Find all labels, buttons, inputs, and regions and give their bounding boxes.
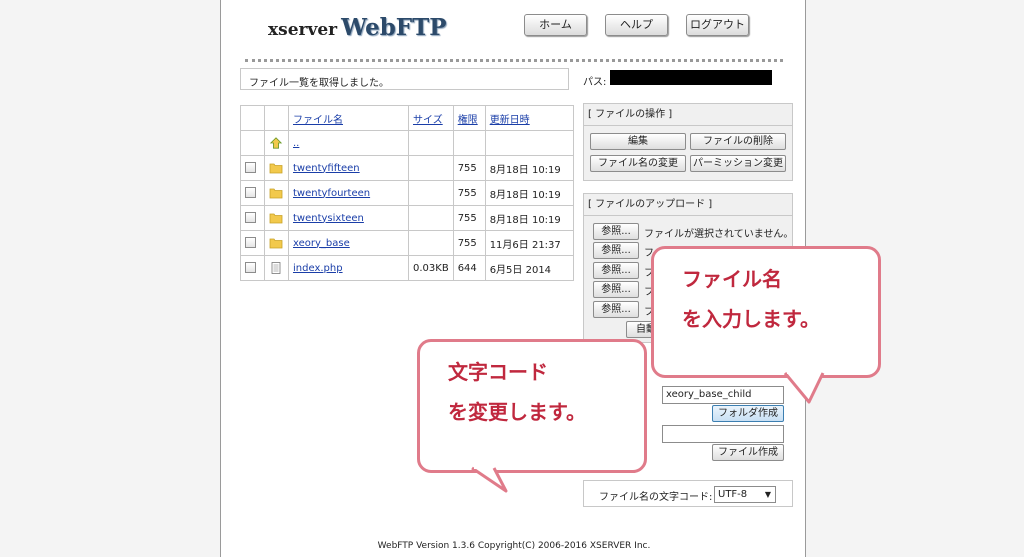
file-name-link[interactable]: index.php <box>293 263 343 274</box>
path-value-redacted <box>610 70 772 85</box>
folder-icon[interactable] <box>269 187 283 199</box>
file-modified: 8月18日 10:19 <box>484 180 575 206</box>
upload-title: [ ファイルのアップロード ] <box>584 194 792 216</box>
table-row[interactable]: xeory_base 755 11月6日 21:37 <box>240 230 575 256</box>
file-permission: 644 <box>452 255 486 281</box>
callout-encoding-line1: 文字コード <box>448 360 548 384</box>
browse-button[interactable]: 参照... <box>593 223 639 240</box>
file-table: ファイル名 サイズ 権限 更新日時 .. twentyfifteen 755 8月1… <box>240 105 575 281</box>
logo-xserver: xserver <box>268 20 338 40</box>
browse-button[interactable]: 参照... <box>593 262 639 279</box>
folder-icon[interactable] <box>269 212 283 224</box>
encoding-label: ファイル名の文字コード: <box>599 492 713 503</box>
help-button[interactable]: ヘルプ <box>605 14 668 36</box>
callout-filename-line2: を入力します。 <box>682 307 820 331</box>
callout-encoding-line2: を変更します。 <box>448 400 586 424</box>
path-label: パス: <box>583 77 607 88</box>
folder-icon[interactable] <box>269 162 283 174</box>
table-row[interactable]: twentyfourteen 755 8月18日 10:19 <box>240 180 575 206</box>
callout-encoding-tail <box>471 465 508 493</box>
file-name-link[interactable]: twentysixteen <box>293 213 364 224</box>
up-folder-icon[interactable] <box>269 137 283 149</box>
file-size <box>408 155 454 181</box>
file-name-input[interactable] <box>662 425 784 443</box>
status-message: ファイル一覧を取得しました。 <box>240 68 569 90</box>
column-size[interactable]: サイズ <box>408 105 454 131</box>
encoding-panel: ファイル名の文字コード: UTF-8 ▼ <box>583 480 793 507</box>
create-folder-button[interactable]: フォルダ作成 <box>712 405 784 422</box>
select-checkbox[interactable] <box>245 212 256 224</box>
file-operations-title: [ ファイルの操作 ] <box>584 104 792 126</box>
file-table-header: ファイル名 サイズ 権限 更新日時 <box>240 105 575 131</box>
parent-directory-link[interactable]: .. <box>293 138 299 149</box>
folder-icon[interactable] <box>269 237 283 249</box>
select-checkbox[interactable] <box>245 237 256 249</box>
file-permission: 755 <box>452 155 486 181</box>
browse-button[interactable]: 参照... <box>593 242 639 259</box>
column-filename[interactable]: ファイル名 <box>288 105 409 131</box>
no-file-selected: ファイルが選択されていません。 <box>644 229 794 240</box>
column-permission[interactable]: 権限 <box>452 105 486 131</box>
callout-filename-line1: ファイル名 <box>682 267 782 291</box>
encoding-select[interactable]: UTF-8 ▼ <box>714 486 776 503</box>
permission-button[interactable]: パーミッション変更 <box>690 155 786 172</box>
callout-enter-filename: ファイル名 を入力します。 <box>651 246 881 378</box>
file-modified: 8月18日 10:19 <box>484 155 575 181</box>
table-row[interactable]: twentysixteen 755 8月18日 10:19 <box>240 205 575 231</box>
select-checkbox[interactable] <box>245 162 256 174</box>
logout-button[interactable]: ログアウト <box>686 14 749 36</box>
delete-file-button[interactable]: ファイルの削除 <box>690 133 786 150</box>
column-modified[interactable]: 更新日時 <box>484 105 575 131</box>
folder-name-input[interactable]: xeory_base_child <box>662 386 784 404</box>
select-checkbox[interactable] <box>245 262 256 274</box>
table-row[interactable]: index.php 0.03KB 644 6月5日 2014 <box>240 255 575 281</box>
file-modified: 11月6日 21:37 <box>484 230 575 256</box>
file-size <box>408 205 454 231</box>
logo-webftp: WebFTP <box>341 14 447 41</box>
browse-button[interactable]: 参照... <box>593 301 639 318</box>
table-row-parent[interactable]: .. <box>240 130 575 156</box>
file-permission: 755 <box>452 230 486 256</box>
rename-button[interactable]: ファイル名の変更 <box>590 155 686 172</box>
browse-button[interactable]: 参照... <box>593 281 639 298</box>
file-modified: 8月18日 10:19 <box>484 205 575 231</box>
file-name-link[interactable]: xeory_base <box>293 238 350 249</box>
file-size <box>408 230 454 256</box>
xserver-webftp-logo: xserver WebFTP <box>268 14 447 41</box>
home-button[interactable]: ホーム <box>524 14 587 36</box>
table-row[interactable]: twentyfifteen 755 8月18日 10:19 <box>240 155 575 181</box>
file-permission: 755 <box>452 205 486 231</box>
file-modified: 6月5日 2014 <box>484 255 575 281</box>
file-name-link[interactable]: twentyfourteen <box>293 188 370 199</box>
file-name-link[interactable]: twentyfifteen <box>293 163 360 174</box>
create-file-button[interactable]: ファイル作成 <box>712 444 784 461</box>
encoding-value: UTF-8 <box>718 489 748 500</box>
file-size <box>408 180 454 206</box>
header-divider <box>245 59 783 62</box>
footer: WebFTP Version 1.3.6 Copyright(C) 2006-2… <box>377 541 651 551</box>
file-size: 0.03KB <box>408 255 454 281</box>
file-permission: 755 <box>452 180 486 206</box>
select-checkbox[interactable] <box>245 187 256 199</box>
callout-filename-tail <box>783 370 825 404</box>
callout-change-encoding: 文字コード を変更します。 <box>417 339 647 473</box>
file-operations-panel: [ ファイルの操作 ] 編集 ファイルの削除 ファイル名の変更 パーミッション変… <box>583 103 793 181</box>
file-icon[interactable] <box>269 262 283 274</box>
chevron-down-icon: ▼ <box>764 490 771 499</box>
edit-button[interactable]: 編集 <box>590 133 686 150</box>
